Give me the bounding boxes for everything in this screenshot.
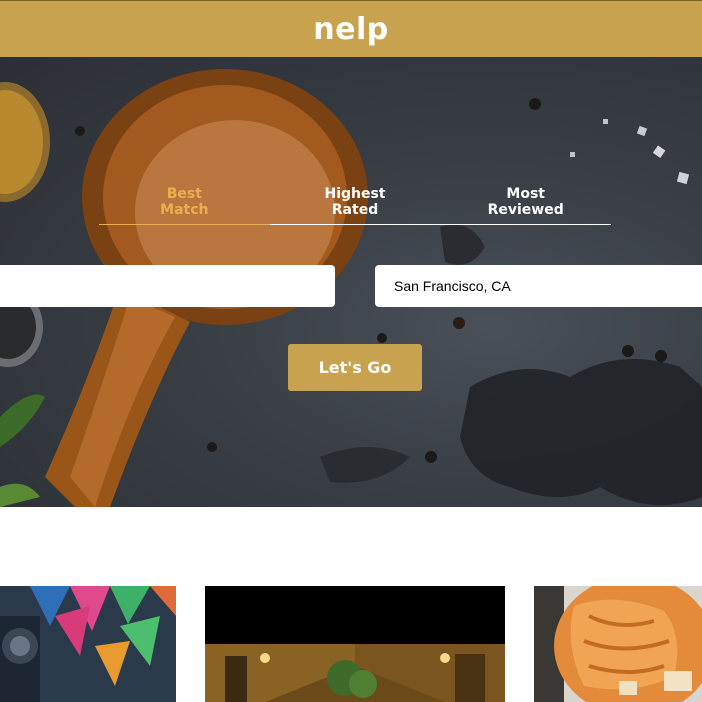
lets-go-button[interactable]: Let's Go (288, 344, 422, 391)
sort-tabs: Best Match Highest Rated Most Reviewed (99, 186, 611, 225)
restaurant-photo (0, 586, 176, 702)
search-term-input[interactable] (0, 265, 335, 307)
tab-best-match[interactable]: Best Match (99, 186, 270, 225)
search-hero: Best Match Highest Rated Most Reviewed L… (0, 57, 702, 507)
tab-most-reviewed[interactable]: Most Reviewed (440, 186, 611, 224)
app-logo[interactable]: nelp (313, 12, 388, 47)
app-header: nelp (0, 0, 702, 57)
tab-highest-rated[interactable]: Highest Rated (270, 186, 441, 224)
business-card-image[interactable] (534, 586, 702, 702)
business-card-image[interactable] (205, 586, 505, 702)
restaurant-photo (534, 586, 702, 702)
restaurant-photo (205, 586, 505, 702)
search-location-input[interactable] (375, 265, 702, 307)
business-card-image[interactable] (0, 586, 176, 702)
